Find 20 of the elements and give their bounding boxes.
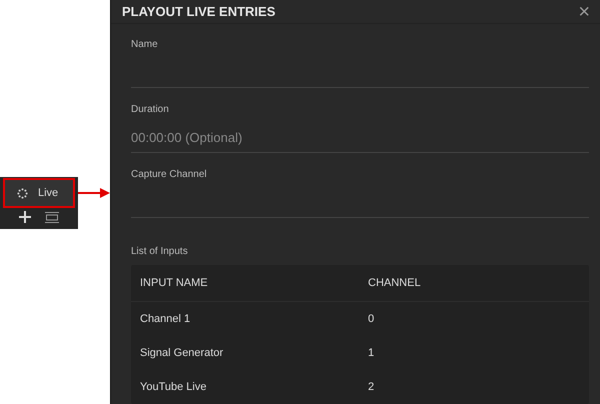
table-cell-text: Channel 1 (140, 313, 192, 325)
table-cell-text: Signal Generator (140, 347, 224, 359)
table-cell-text: YouTube Live (140, 381, 208, 393)
field-label: Capture Channel (131, 169, 208, 180)
column-header: CHANNEL (368, 277, 422, 289)
live-button[interactable]: Live (3, 178, 75, 208)
field-label: Duration (131, 104, 170, 115)
column-header: INPUT NAME (140, 277, 209, 289)
table-cell-text: 0 (368, 313, 376, 325)
dialog-title: PLAYOUT LIVE ENTRIES (122, 4, 276, 19)
add-icon[interactable] (19, 211, 31, 223)
layout-icon[interactable] (45, 212, 59, 222)
section-label: List of Inputs (131, 246, 189, 257)
pointer-arrow (78, 187, 110, 199)
table-cell-text: 1 (368, 347, 376, 359)
table-cell-text: 2 (368, 381, 376, 393)
input-field[interactable]: 00:00:00 (Optional) (131, 123, 589, 153)
spinner-icon (17, 188, 28, 198)
field-label: Name (131, 39, 159, 50)
close-button[interactable]: × (578, 2, 590, 22)
